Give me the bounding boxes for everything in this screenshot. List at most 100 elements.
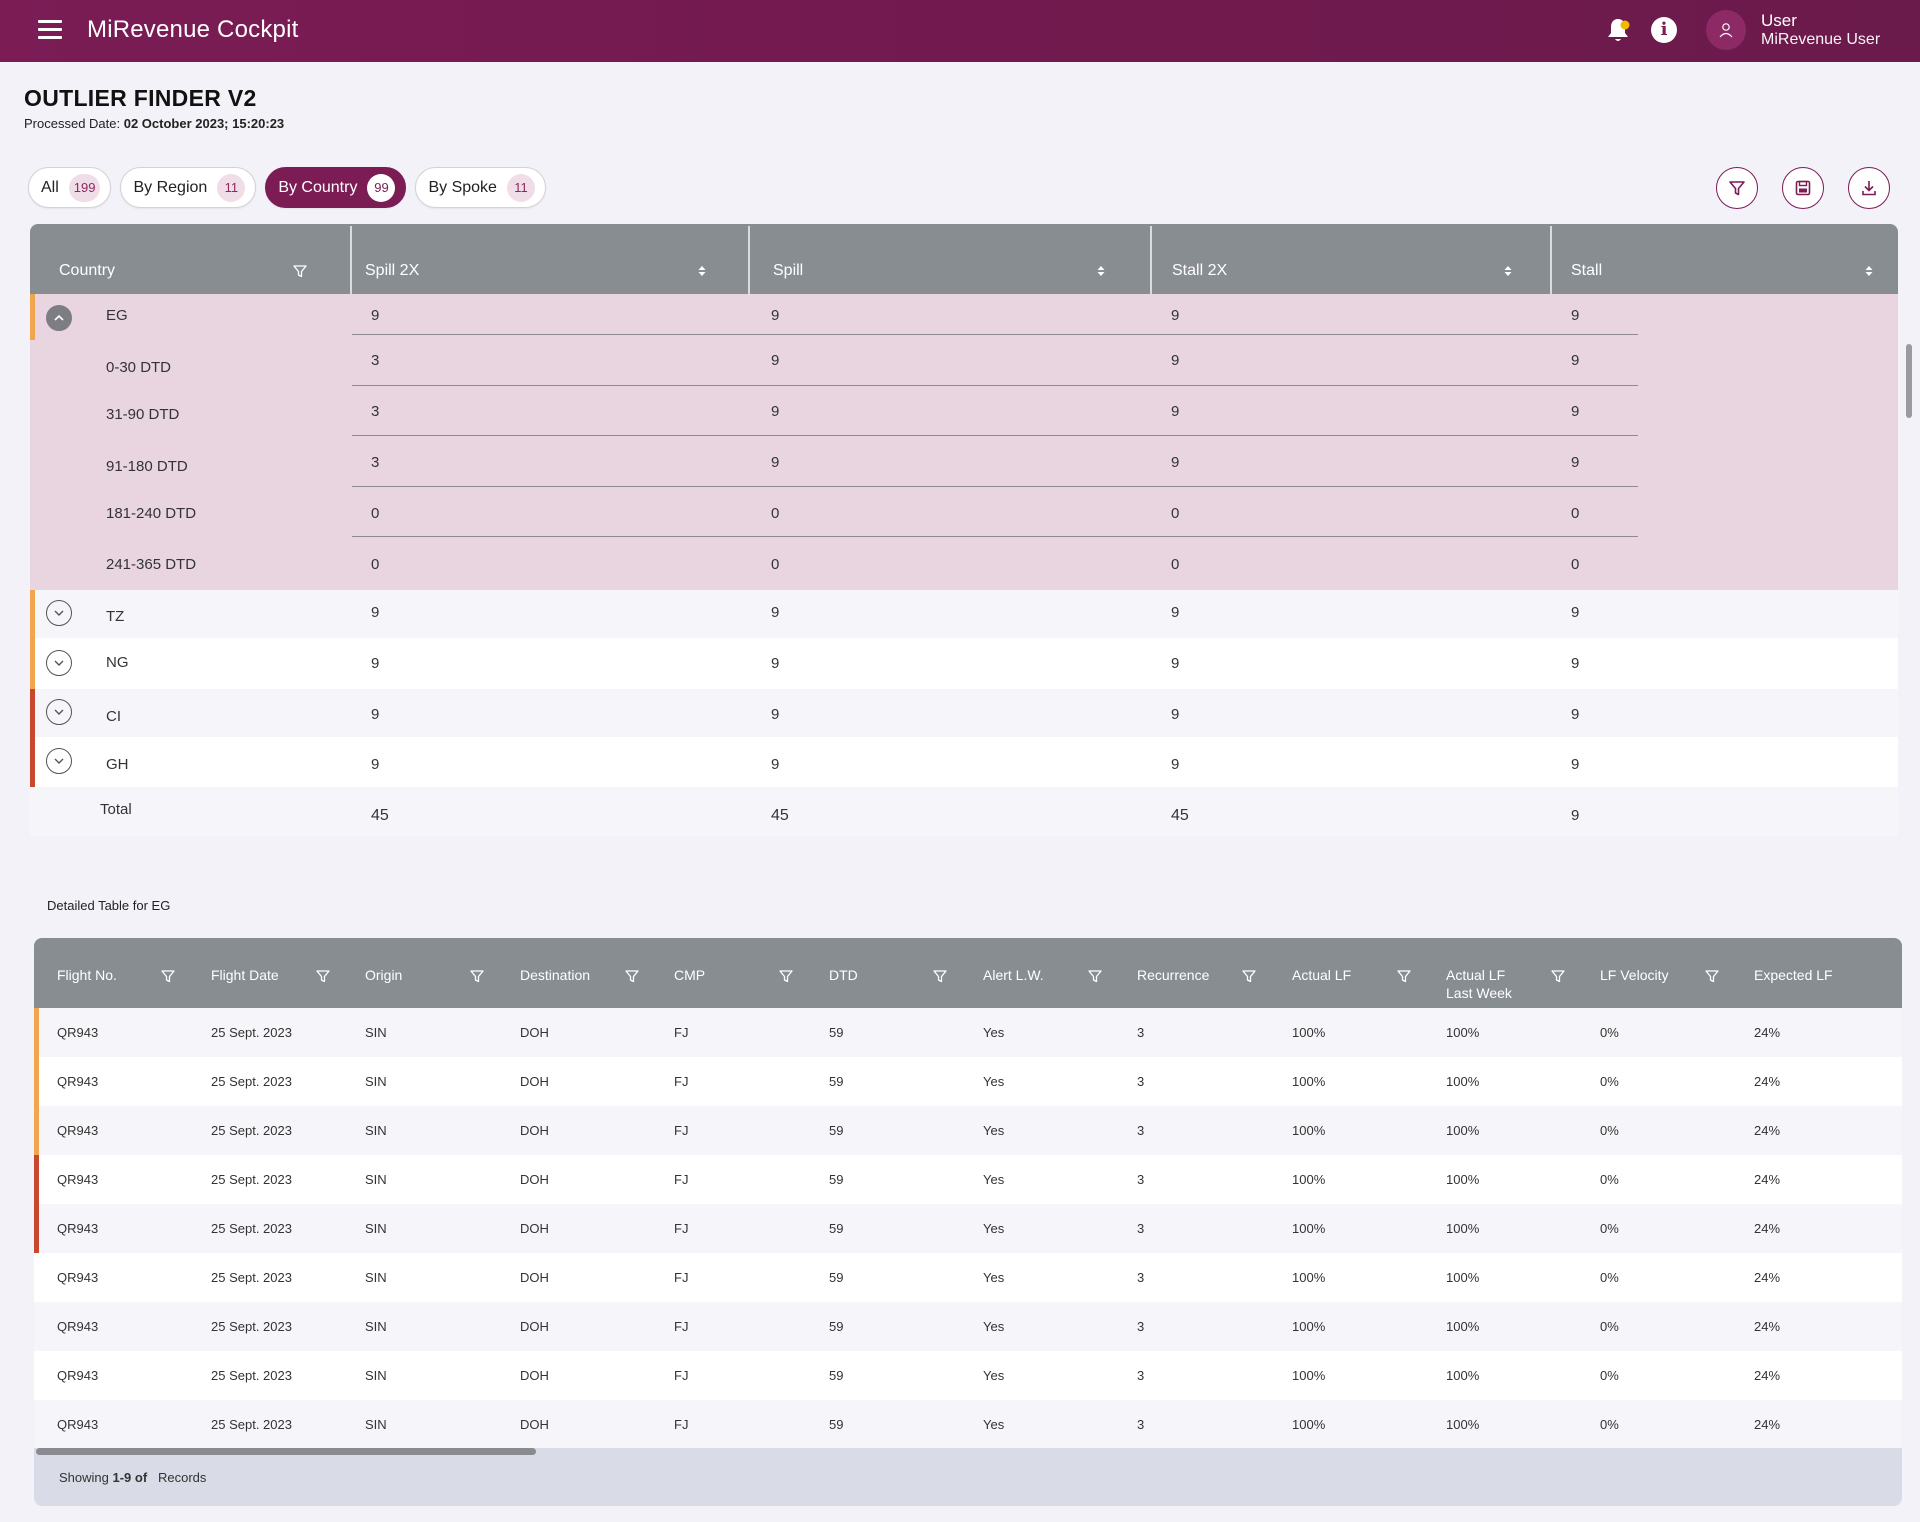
tab-by-spoke[interactable]: By Spoke 11 xyxy=(415,167,546,208)
expand-button[interactable] xyxy=(46,650,72,676)
records-summary: Showing 1-9 of Records xyxy=(59,1470,206,1485)
info-icon[interactable]: i xyxy=(1651,17,1677,43)
col-header[interactable]: Flight No. xyxy=(57,966,117,984)
table-cell: 25 Sept. 2023 xyxy=(211,1123,292,1138)
tab-by-country[interactable]: By Country 99 xyxy=(265,167,407,208)
table-cell: Yes xyxy=(983,1270,1005,1285)
table-row[interactable]: QR943 25 Sept. 2023 SIN DOH FJ 59 Yes 3 100% 100%… xyxy=(34,1204,1902,1253)
user-role: MiRevenue User xyxy=(1761,31,1881,48)
user-info[interactable]: User MiRevenue User xyxy=(1761,11,1880,49)
table-cell: 100% xyxy=(1292,1368,1326,1383)
save-button[interactable] xyxy=(1782,167,1824,209)
country-row[interactable]: NG 9 9 9 9 xyxy=(30,638,1898,689)
col-header[interactable]: Actual LF Last Week xyxy=(1446,966,1516,1002)
filter-button[interactable] xyxy=(1716,167,1758,209)
tab-count-badge: 99 xyxy=(367,173,396,202)
table-cell: 100% xyxy=(1292,1270,1326,1285)
expand-button[interactable] xyxy=(46,748,72,774)
filter-icon[interactable] xyxy=(1241,968,1257,984)
tab-label: By Country xyxy=(278,178,358,196)
table-cell: 25 Sept. 2023 xyxy=(211,1270,292,1285)
table-cell: SIN xyxy=(365,1221,387,1236)
col-header[interactable]: Origin xyxy=(365,966,402,984)
value-cell: 9 xyxy=(771,756,780,773)
bell-icon[interactable] xyxy=(1604,16,1632,44)
col-header[interactable]: Flight Date xyxy=(211,966,279,984)
download-button[interactable] xyxy=(1848,167,1890,209)
page-title: OUTLIER FINDER V2 xyxy=(24,85,257,111)
value-cell: 9 xyxy=(1571,403,1580,420)
vertical-scrollbar[interactable] xyxy=(1906,344,1912,418)
records-suffix: Records xyxy=(158,1470,207,1485)
filter-icon[interactable] xyxy=(1550,968,1566,984)
table-cell: 24% xyxy=(1754,1074,1781,1089)
table-cell: 25 Sept. 2023 xyxy=(211,1368,292,1383)
tab-by-region[interactable]: By Region 11 xyxy=(120,167,257,208)
country-row[interactable]: TZ 9 9 9 9 xyxy=(30,590,1898,638)
country-row[interactable]: GH 9 9 9 9 xyxy=(30,737,1898,787)
col-header[interactable]: Alert L.W. xyxy=(983,966,1044,984)
table-cell: 100% xyxy=(1292,1417,1326,1432)
sort-icon[interactable] xyxy=(1096,264,1106,278)
sort-icon[interactable] xyxy=(1864,264,1874,278)
filter-icon[interactable] xyxy=(469,968,485,984)
filter-icon[interactable] xyxy=(778,968,794,984)
table-row[interactable]: QR943 25 Sept. 2023 SIN DOH FJ 59 Yes 3 100% 100%… xyxy=(34,1253,1902,1302)
col-header[interactable]: Recurrence xyxy=(1137,966,1209,984)
col-header[interactable]: Actual LF xyxy=(1292,966,1351,984)
value-cell: 9 xyxy=(1171,403,1180,420)
table-row[interactable]: QR943 25 Sept. 2023 SIN DOH FJ 59 Yes 3 100% 100%… xyxy=(34,1057,1902,1106)
col-header[interactable]: LF Velocity xyxy=(1600,966,1668,984)
filter-icon[interactable] xyxy=(1087,968,1103,984)
collapse-button[interactable] xyxy=(46,305,72,331)
table-row[interactable]: QR943 25 Sept. 2023 SIN DOH FJ 59 Yes 3 100% 100%… xyxy=(34,1351,1902,1400)
col-header-country[interactable]: Country xyxy=(59,224,115,294)
table-cell: DOH xyxy=(520,1368,549,1383)
filter-icon[interactable] xyxy=(1396,968,1412,984)
table-cell: 0% xyxy=(1600,1221,1619,1236)
table-row[interactable]: QR943 25 Sept. 2023 SIN DOH FJ 59 Yes 3 100% 100%… xyxy=(34,1155,1902,1204)
dtd-label: 241-365 DTD xyxy=(106,556,197,573)
filter-icon[interactable] xyxy=(932,968,948,984)
expand-button[interactable] xyxy=(46,600,72,626)
expand-button[interactable] xyxy=(46,699,72,725)
table-cell: 24% xyxy=(1754,1319,1781,1334)
value-cell: 9 xyxy=(771,352,780,369)
value-cell: 9 xyxy=(1571,454,1580,471)
country-row[interactable]: CI 9 9 9 9 xyxy=(30,689,1898,737)
value-cell: 9 xyxy=(1571,307,1580,324)
sort-icon[interactable] xyxy=(1503,264,1513,278)
value-cell: 9 xyxy=(771,307,780,324)
value-cell: 0 xyxy=(371,505,380,522)
table-row[interactable]: QR943 25 Sept. 2023 SIN DOH FJ 59 Yes 3 100% 100%… xyxy=(34,1400,1902,1449)
col-header-stall-2x[interactable]: Stall 2X xyxy=(1172,224,1227,294)
avatar[interactable] xyxy=(1706,10,1746,50)
col-header-stall[interactable]: Stall xyxy=(1571,224,1602,294)
filter-icon[interactable] xyxy=(624,968,640,984)
table-row[interactable]: QR943 25 Sept. 2023 SIN DOH FJ 59 Yes 3 100% 100%… xyxy=(34,1106,1902,1155)
chevron-down-icon xyxy=(54,660,64,666)
col-header[interactable]: Destination xyxy=(520,966,590,984)
status-marker xyxy=(34,1204,39,1253)
dtd-label: 31-90 DTD xyxy=(106,406,180,423)
filter-icon[interactable] xyxy=(292,263,308,279)
total-label: Total xyxy=(100,801,132,818)
table-cell: 100% xyxy=(1292,1025,1326,1040)
hamburger-icon[interactable] xyxy=(38,20,62,40)
horizontal-scrollbar[interactable] xyxy=(36,1448,536,1455)
tab-all[interactable]: All 199 xyxy=(28,167,112,208)
col-header-spill-2x[interactable]: Spill 2X xyxy=(365,224,419,294)
sort-icon[interactable] xyxy=(697,264,707,278)
value-cell: 9 xyxy=(771,454,780,471)
col-header[interactable]: CMP xyxy=(674,966,705,984)
col-header[interactable]: DTD xyxy=(829,966,858,984)
col-header-spill[interactable]: Spill xyxy=(773,224,803,294)
filter-icon[interactable] xyxy=(1704,968,1720,984)
col-header[interactable]: Expected LF xyxy=(1754,966,1833,984)
value-cell: 0 xyxy=(1171,505,1180,522)
filter-icon[interactable] xyxy=(315,968,331,984)
status-marker xyxy=(30,294,35,340)
filter-icon[interactable] xyxy=(160,968,176,984)
table-row[interactable]: QR943 25 Sept. 2023 SIN DOH FJ 59 Yes 3 100% 100%… xyxy=(34,1302,1902,1351)
table-row[interactable]: QR943 25 Sept. 2023 SIN DOH FJ 59 Yes 3 100% 100%… xyxy=(34,1008,1902,1057)
